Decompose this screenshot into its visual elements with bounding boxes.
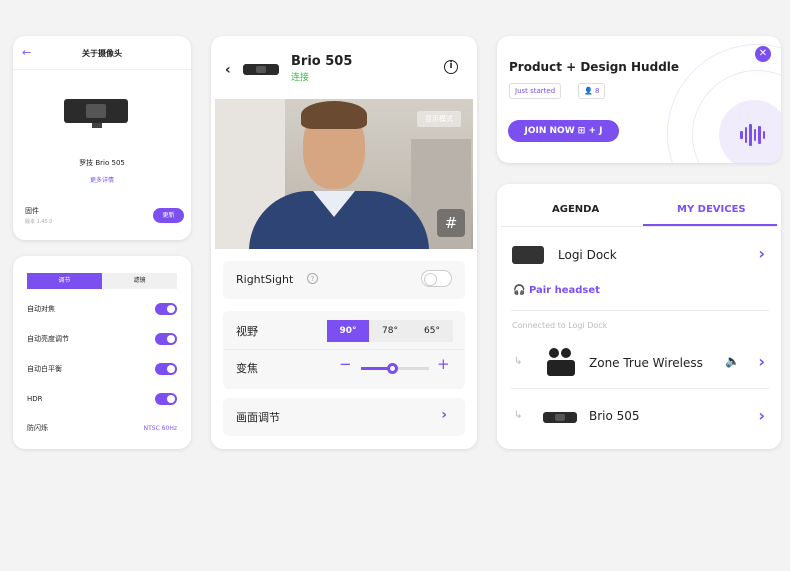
zoom-slider[interactable] <box>361 363 429 374</box>
divider <box>511 310 769 311</box>
status-badge: Just started <box>509 83 562 99</box>
setting-row-auto-white-balance: 自动白平衡 <box>27 362 177 376</box>
update-button[interactable]: 更新 <box>153 208 184 223</box>
fov-zoom-panel: 视野 90° 78° 65° 变焦 − + <box>223 311 465 389</box>
windows-key-icon: ⊞ <box>577 126 589 136</box>
zoom-slider-handle[interactable] <box>386 363 398 374</box>
sub-arrow-icon: ↳ <box>514 356 523 367</box>
setting-row-hdr: HDR <box>27 392 177 406</box>
join-now-button[interactable]: JOIN NOW ⊞ + J <box>508 120 619 142</box>
anti-flicker-value[interactable]: NTSC 60Hz <box>144 425 177 432</box>
setting-row-anti-flicker: 防闪烁 NTSC 60Hz <box>27 421 177 435</box>
rightsight-row: RightSight ? <box>223 261 465 299</box>
rightsight-label: RightSight <box>236 273 294 286</box>
meeting-title: Product + Design Huddle <box>509 60 680 74</box>
webcam-thumbnail <box>243 64 279 75</box>
tab-adjust[interactable]: 调节 <box>27 273 102 289</box>
close-icon[interactable]: ✕ <box>755 46 771 62</box>
chevron-right-icon[interactable]: › <box>758 352 765 371</box>
setting-label: 自动对焦 <box>27 305 55 313</box>
autofocus-toggle[interactable] <box>155 303 177 315</box>
fov-selector: 90° 78° 65° <box>327 320 453 342</box>
camera-preview: 显示模式 # <box>215 99 473 249</box>
connected-caption: Connected to Logi Dock <box>512 321 608 330</box>
info-icon[interactable]: i <box>444 60 458 74</box>
tab-filters[interactable]: 滤镜 <box>102 273 177 289</box>
firmware-version: 版本 1.45.0 <box>25 219 53 225</box>
setting-label: 自动亮度调节 <box>27 335 69 343</box>
chevron-right-icon[interactable]: › <box>758 244 765 263</box>
hdr-toggle[interactable] <box>155 393 177 405</box>
dock-icon <box>512 246 544 264</box>
fov-label: 视野 <box>236 325 258 338</box>
chevron-right-icon: › <box>441 407 447 423</box>
devices-card: AGENDA MY DEVICES Logi Dock › 🎧 Pair hea… <box>497 184 781 449</box>
auto-white-balance-toggle[interactable] <box>155 363 177 375</box>
image-adjust-label: 画面调节 <box>236 411 280 424</box>
person-icon: 👤 <box>584 87 595 95</box>
join-shortcut: + J <box>588 126 603 136</box>
setting-label: HDR <box>27 395 43 403</box>
divider <box>13 69 191 70</box>
firmware-label: 固件 <box>25 207 39 215</box>
pair-headset-label: Pair headset <box>528 285 600 296</box>
earbuds-case-icon <box>543 348 575 378</box>
tab-my-devices[interactable]: MY DEVICES <box>677 204 746 215</box>
display-mode-button[interactable]: 显示模式 <box>417 111 461 127</box>
fov-option-90[interactable]: 90° <box>327 320 369 342</box>
camera-settings-card: 调节 滤镜 自动对焦 自动亮度调节 自动白平衡 HDR 防闪烁 NTSC 60H… <box>13 256 191 449</box>
zoom-in-icon[interactable]: + <box>437 355 450 373</box>
device-title: Brio 505 <box>291 54 353 69</box>
divider <box>511 388 769 389</box>
tab-agenda[interactable]: AGENDA <box>552 204 599 215</box>
device-name: 罗技 Brio 505 <box>79 159 125 167</box>
about-camera-card: ← 关于摄像头 罗技 Brio 505 更多详情 固件 版本 1.45.0 更新 <box>13 36 191 240</box>
zoom-out-icon[interactable]: − <box>339 355 352 373</box>
webcam-clip <box>92 123 102 128</box>
setting-row-autofocus: 自动对焦 <box>27 302 177 316</box>
audio-wave-icon <box>740 124 765 146</box>
back-chevron-icon[interactable]: ‹ <box>225 62 231 78</box>
chevron-right-icon[interactable]: › <box>758 406 765 425</box>
join-label: JOIN NOW <box>524 126 575 136</box>
active-tab-indicator <box>643 224 777 226</box>
zoom-label: 变焦 <box>236 362 258 375</box>
fov-option-65[interactable]: 65° <box>411 320 453 342</box>
participants-badge: 👤 8 <box>578 83 606 99</box>
auto-brightness-toggle[interactable] <box>155 333 177 345</box>
connected-device-name[interactable]: Brio 505 <box>589 409 640 423</box>
person-hair <box>301 101 367 129</box>
fov-option-78[interactable]: 78° <box>369 320 411 342</box>
setting-label: 防闪烁 <box>27 424 48 432</box>
sub-arrow-icon: ↳ <box>514 410 523 421</box>
speaker-icon: 🔈 <box>725 354 740 368</box>
setting-row-auto-brightness: 自动亮度调节 <box>27 332 177 346</box>
device-panel-card: ‹ Brio 505 连接 i 显示模式 # RightSight ? 视野 9… <box>211 36 477 449</box>
headset-icon: 🎧 <box>513 285 529 296</box>
webcam-thumbnail <box>543 412 577 423</box>
more-details-link[interactable]: 更多详情 <box>13 175 191 184</box>
participant-count: 8 <box>594 87 600 95</box>
connection-status: 连接 <box>291 73 310 83</box>
setting-label: 自动白平衡 <box>27 365 62 373</box>
image-adjust-row[interactable]: 画面调节 › <box>223 398 465 436</box>
meeting-card: ✕ Product + Design Huddle Just started 👤… <box>497 36 781 163</box>
webcam-image <box>64 99 128 123</box>
tab-divider <box>501 226 777 227</box>
settings-tabs: 调节 滤镜 <box>27 273 177 289</box>
pair-headset-link[interactable]: 🎧 Pair headset <box>513 285 600 296</box>
help-icon[interactable]: ? <box>307 273 318 284</box>
divider <box>223 349 465 350</box>
rightsight-toggle[interactable] <box>421 270 452 287</box>
page-title: 关于摄像头 <box>82 49 122 58</box>
connected-device-name[interactable]: Zone True Wireless <box>589 356 703 370</box>
grid-icon[interactable]: # <box>437 209 465 237</box>
dock-name[interactable]: Logi Dock <box>558 248 617 262</box>
